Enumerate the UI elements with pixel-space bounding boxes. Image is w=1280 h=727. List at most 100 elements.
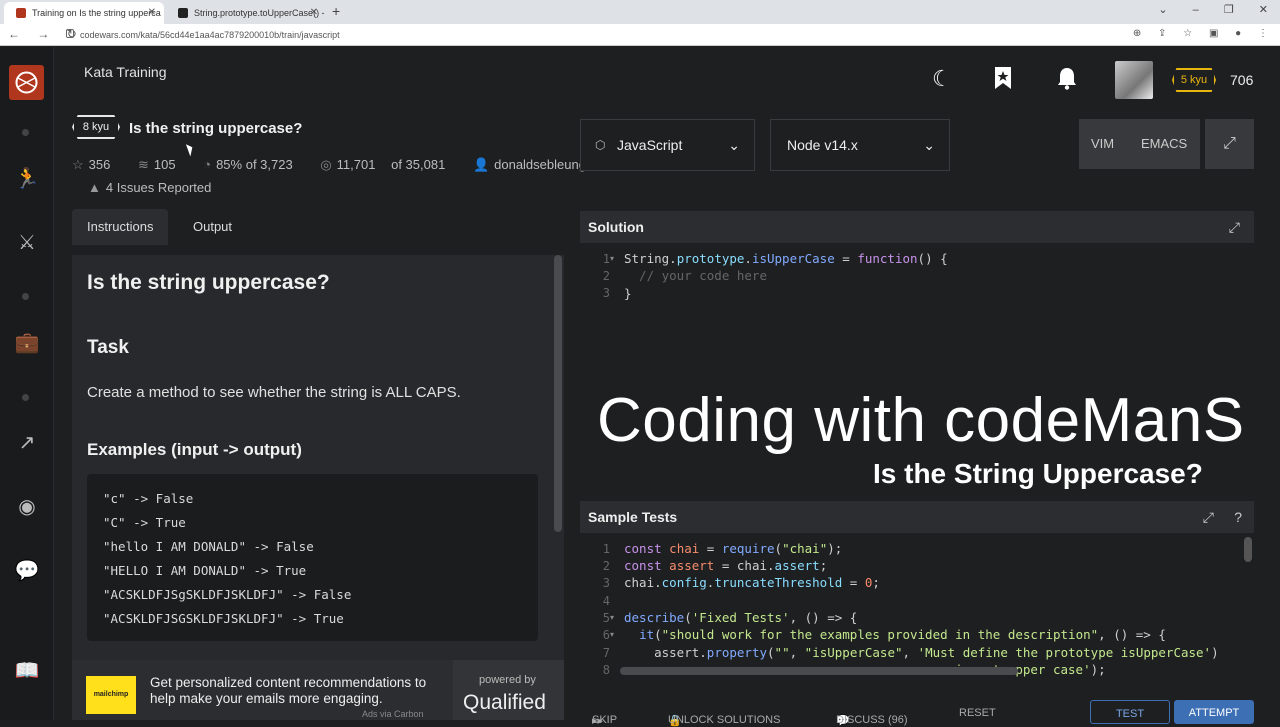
chevron-down-icon: ⌄ <box>923 137 935 153</box>
help-icon[interactable]: ? <box>1234 501 1242 533</box>
warning-icon: ▲ <box>88 180 101 195</box>
task-text: Create a method to see whether the strin… <box>87 384 461 401</box>
carbon-ad[interactable]: mailchimp Get personalized content recom… <box>72 660 564 720</box>
browser-tab-title: String.prototype.toUpperCase() - <box>194 8 325 18</box>
fold-icon[interactable]: ▾ <box>610 254 614 263</box>
url-field[interactable]: codewars.com/kata/56cd44e1aa4ac787920001… <box>80 30 340 40</box>
user-icon: 👤 <box>472 157 490 172</box>
divider-dot <box>22 293 29 300</box>
fullscreen-icon[interactable]: ⤢ <box>1205 119 1254 169</box>
target-icon: ◎ <box>320 157 332 172</box>
profile-icon[interactable]: ● <box>1235 28 1241 39</box>
tests-hscrollbar[interactable] <box>620 667 1018 675</box>
code-line: assert.property("", "isUpperCase", 'Must… <box>624 645 1219 660</box>
new-tab-icon[interactable]: + <box>332 3 340 19</box>
bookmark-star-icon[interactable]: ☆ <box>1183 28 1192 39</box>
chevron-down-icon[interactable]: ⌄ <box>1158 4 1167 16</box>
menu-icon[interactable]: ⋮ <box>1258 28 1268 39</box>
briefcase-icon[interactable]: 💼 <box>14 330 40 356</box>
mouse-cursor-icon <box>185 142 196 157</box>
zoom-icon[interactable]: ⊕ <box>1133 28 1141 39</box>
collections-count: 105 <box>153 157 176 172</box>
browser-tabstrip: Training on Is the string upperca ✕ Stri… <box>0 0 1280 24</box>
fold-icon[interactable]: ▾ <box>610 630 614 639</box>
fold-icon[interactable]: ▾ <box>610 613 614 622</box>
examples-code-block: "c" -> False "C" -> True "hello I AM DON… <box>87 474 538 641</box>
tests-editor[interactable]: 1 const chai = require("chai"); 2 const … <box>580 537 1254 687</box>
instructions-heading: Is the string uppercase? <box>87 271 330 294</box>
expand-icon[interactable]: ⤢ <box>1203 501 1214 533</box>
line-number: 7 <box>602 646 610 660</box>
star-icon: ☆ <box>72 157 84 172</box>
kata-rank-badge: 8 kyu <box>72 115 120 139</box>
powered-by-label: powered by <box>479 674 536 686</box>
codewars-logo-icon[interactable] <box>9 65 44 100</box>
close-icon[interactable]: ✕ <box>310 7 318 18</box>
emacs-button[interactable]: EMACS <box>1141 119 1187 169</box>
forward-icon[interactable]: → <box>37 27 49 41</box>
example-line: "c" -> False <box>103 491 194 506</box>
maximize-icon[interactable]: ❐ <box>1224 4 1234 16</box>
trending-icon[interactable]: ↗ <box>14 430 40 456</box>
code-line: it("should work for the examples provide… <box>639 627 1166 642</box>
vim-button[interactable]: VIM <box>1091 119 1114 169</box>
language-select[interactable]: ⬡ JavaScript ⌄ <box>580 119 755 171</box>
completed-count: 11,701 <box>336 157 376 172</box>
browser-tab-active[interactable]: Training on Is the string upperca ✕ <box>4 2 164 24</box>
line-number: 1 <box>602 542 610 556</box>
satisfaction-value: 85% of 3,723 <box>216 157 293 172</box>
example-line: "ACSKLDFJSGSKLDFJSKLDFJ" -> True <box>103 611 344 626</box>
browser-tab[interactable]: String.prototype.toUpperCase() - ✕ <box>166 2 326 24</box>
minimize-icon[interactable]: – <box>1193 4 1199 16</box>
tab-instructions[interactable]: Instructions <box>72 209 169 245</box>
solution-title: Solution <box>588 219 644 235</box>
sidebar-icon[interactable]: ▣ <box>1209 28 1218 39</box>
ad-note[interactable]: Ads via Carbon <box>362 709 424 719</box>
training-icon[interactable]: 🏃 <box>14 166 40 192</box>
app-sidebar: 🏃 ⚔ 💼 ↗ ◉ 💬 📖 <box>0 47 54 720</box>
kata-title: Is the string uppercase? <box>129 120 303 137</box>
code-line: const assert = chai.assert; <box>624 558 828 573</box>
satisfaction-icon: ◔ <box>203 157 212 172</box>
book-icon[interactable]: 📖 <box>14 658 40 684</box>
test-button[interactable]: TEST <box>1090 700 1170 724</box>
issues-reported[interactable]: ▲ 4 Issues Reported <box>88 180 211 195</box>
bookmark-icon[interactable] <box>993 66 1013 96</box>
avatar[interactable] <box>1115 61 1153 99</box>
expand-icon[interactable]: ⤢ <box>1229 211 1240 243</box>
completed-total: of 35,081 <box>391 157 446 172</box>
moon-icon[interactable]: ☾ <box>932 66 952 92</box>
instructions-scrollbar[interactable] <box>554 255 562 532</box>
address-bar: ← → ↻ codewars.com/kata/56cd44e1aa4ac787… <box>0 24 1280 46</box>
chevron-down-icon: ⌄ <box>728 137 740 153</box>
keybinding-toggle: VIM EMACS <box>1079 119 1200 169</box>
tab-output[interactable]: Output <box>178 209 247 245</box>
attempt-button[interactable]: ATTEMPT <box>1174 700 1254 724</box>
back-icon[interactable]: ← <box>8 27 20 41</box>
qualified-promo[interactable]: powered by Qualified <box>453 660 564 720</box>
window-controls: ⌄ – ❐ ✕ <box>1136 3 1268 16</box>
code-line: } <box>624 286 632 301</box>
chat-icon[interactable]: 💬 <box>14 558 40 584</box>
author-name[interactable]: donaldsebleung <box>494 157 586 172</box>
discuss-label: DISCUSS (96) <box>836 714 908 726</box>
collections-stat[interactable]: ≋ 105 <box>138 157 188 172</box>
honor-score: 706 <box>1230 72 1254 88</box>
tests-vscrollbar[interactable] <box>1244 537 1252 562</box>
discord-icon[interactable]: ◉ <box>14 494 40 520</box>
practice-icon[interactable]: ⚔ <box>14 230 40 256</box>
stars-stat[interactable]: ☆ 356 <box>72 157 122 172</box>
reset-button[interactable]: RESET <box>959 707 996 719</box>
example-line: "C" -> True <box>103 515 186 530</box>
lock-icon[interactable] <box>66 29 74 38</box>
ad-text[interactable]: Get personalized content recommendations… <box>150 675 450 707</box>
close-window-icon[interactable]: ✕ <box>1259 4 1268 16</box>
nav-buttons: ← → ↻ <box>8 27 91 41</box>
version-select[interactable]: Node v14.x ⌄ <box>770 119 950 171</box>
close-icon[interactable]: ✕ <box>148 7 156 18</box>
share-icon[interactable]: ⇪ <box>1158 28 1166 39</box>
bell-icon[interactable] <box>1056 66 1078 96</box>
code-line: // your code here <box>624 268 767 283</box>
line-number: 2 <box>602 269 610 283</box>
action-bar: ▸▸ SKIP 🔒 UNLOCK SOLUTIONS 💬 DISCUSS (96… <box>580 700 1280 727</box>
